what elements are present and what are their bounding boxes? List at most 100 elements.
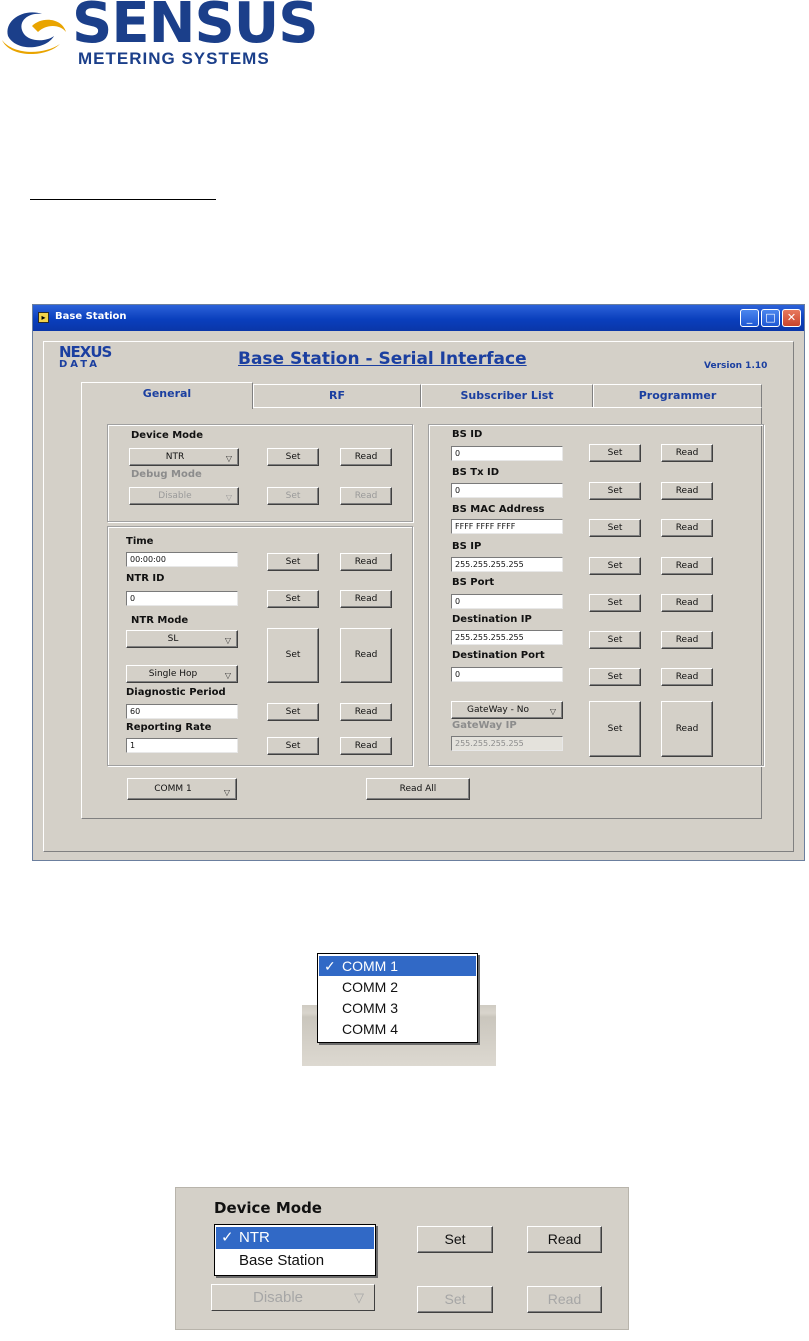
checkmark-icon: ✓ <box>324 958 336 974</box>
comm-option-2[interactable]: COMM 2 <box>319 977 476 997</box>
destination-ip-set-button[interactable]: Set <box>589 631 641 649</box>
device-mode-read-button[interactable]: Read <box>527 1226 602 1253</box>
bs-tx-id-read-button[interactable]: Read <box>661 482 713 500</box>
bs-id-label: BS ID <box>452 429 483 440</box>
page-title: Base Station - Serial Interface <box>238 349 527 369</box>
tab-rf[interactable]: RF <box>253 384 421 407</box>
gateway-set-button[interactable]: Set <box>589 701 641 757</box>
destination-ip-field[interactable]: 255.255.255.255 <box>451 630 563 645</box>
sensus-subtitle: METERING SYSTEMS <box>78 49 270 68</box>
bs-mac-read-button[interactable]: Read <box>661 519 713 537</box>
reporting-rate-field[interactable]: 1 <box>126 738 238 753</box>
destination-port-set-button[interactable]: Set <box>589 668 641 686</box>
comm-option-3[interactable]: COMM 3 <box>319 998 476 1018</box>
app-icon: ▸ <box>38 312 49 323</box>
device-mode-set-button[interactable]: Set <box>417 1226 493 1253</box>
time-field[interactable]: 00:00:00 <box>126 552 238 567</box>
ntr-id-field[interactable]: 0 <box>126 591 238 606</box>
destination-port-field[interactable]: 0 <box>451 667 563 682</box>
destination-port-read-button[interactable]: Read <box>661 668 713 686</box>
bs-tx-id-set-button[interactable]: Set <box>589 482 641 500</box>
diagnostic-period-read-button[interactable]: Read <box>340 703 392 721</box>
ntr-id-label: NTR ID <box>126 573 165 584</box>
gateway-value: GateWay - No <box>467 705 529 715</box>
debug-mode-value: Disable <box>252 1289 304 1306</box>
time-set-button[interactable]: Set <box>267 553 319 571</box>
bs-id-set-button[interactable]: Set <box>589 444 641 462</box>
window-title: Base Station <box>55 311 127 322</box>
gateway-read-button[interactable]: Read <box>661 701 713 757</box>
debug-mode-select[interactable]: Disable ▽ <box>129 487 239 505</box>
reporting-rate-read-button[interactable]: Read <box>340 737 392 755</box>
debug-mode-read-button[interactable]: Read <box>340 487 392 505</box>
close-button[interactable]: ✕ <box>782 309 801 327</box>
gateway-ip-field[interactable]: 255.255.255.255 <box>451 736 563 751</box>
bs-id-read-button[interactable]: Read <box>661 444 713 462</box>
bs-port-read-button[interactable]: Read <box>661 594 713 612</box>
tab-programmer[interactable]: Programmer <box>593 384 762 407</box>
read-all-button[interactable]: Read All <box>366 778 470 800</box>
diagnostic-period-field[interactable]: 60 <box>126 704 238 719</box>
debug-mode-set-button[interactable]: Set <box>267 487 319 505</box>
ntr-mode-select[interactable]: SL ▽ <box>126 630 238 648</box>
bs-port-label: BS Port <box>452 577 495 588</box>
comm-option-1[interactable]: ✓ COMM 1 <box>319 956 476 976</box>
chevron-down-icon: ▽ <box>224 636 231 645</box>
maximize-button[interactable]: □ <box>761 309 780 327</box>
chevron-down-icon: ▽ <box>225 493 232 502</box>
ntr-mode-set-button[interactable]: Set <box>267 628 319 683</box>
heading-underline <box>30 199 216 200</box>
bs-port-set-button[interactable]: Set <box>589 594 641 612</box>
bs-ip-label: BS IP <box>452 541 482 552</box>
bs-ip-field[interactable]: 255.255.255.255 <box>451 557 563 572</box>
ntr-mode-label: NTR Mode <box>131 615 189 626</box>
bs-ip-set-button[interactable]: Set <box>589 557 641 575</box>
reporting-rate-set-button[interactable]: Set <box>267 737 319 755</box>
destination-ip-read-button[interactable]: Read <box>661 631 713 649</box>
bs-port-field[interactable]: 0 <box>451 594 563 609</box>
version-label: Version 1.10 <box>704 361 768 371</box>
bs-mac-address-label: BS MAC Address <box>452 504 545 515</box>
nexus-data-logo: NEXUS DATA <box>59 345 117 373</box>
debug-mode-select[interactable]: Disable ▽ <box>211 1284 375 1311</box>
debug-mode-set-button[interactable]: Set <box>417 1286 493 1313</box>
bs-id-field[interactable]: 0 <box>451 446 563 461</box>
ntr-mode-read-button[interactable]: Read <box>340 628 392 683</box>
debug-mode-label: Debug Mode <box>131 469 202 480</box>
checkmark-icon: ✓ <box>221 1229 234 1246</box>
ntr-id-set-button[interactable]: Set <box>267 590 319 608</box>
chevron-down-icon: ▽ <box>223 788 230 797</box>
sensus-logo: SENSUS METERING SYSTEMS <box>0 0 320 72</box>
bs-tx-id-label: BS Tx ID <box>452 467 500 478</box>
device-mode-read-button[interactable]: Read <box>340 448 392 466</box>
hop-mode-select[interactable]: Single Hop ▽ <box>126 665 238 683</box>
device-mode-label: Device Mode <box>131 430 203 441</box>
bs-mac-set-button[interactable]: Set <box>589 519 641 537</box>
comm-option-4[interactable]: COMM 4 <box>319 1019 476 1039</box>
device-mode-option-ntr[interactable]: ✓ NTR <box>216 1227 374 1249</box>
comm-port-select[interactable]: COMM 1 ▽ <box>127 778 237 800</box>
tab-general[interactable]: General <box>81 382 253 409</box>
chevron-down-icon: ▽ <box>224 671 231 680</box>
device-mode-option-label: NTR <box>239 1229 270 1246</box>
diagnostic-period-set-button[interactable]: Set <box>267 703 319 721</box>
device-mode-set-button[interactable]: Set <box>267 448 319 466</box>
debug-mode-value: Disable <box>158 491 192 501</box>
device-mode-label: Device Mode <box>214 1199 322 1217</box>
hop-mode-value: Single Hop <box>148 669 198 679</box>
nexus-logo-bottom: DATA <box>59 359 101 370</box>
debug-mode-read-button[interactable]: Read <box>527 1286 602 1313</box>
window-titlebar[interactable]: ▸ Base Station _ □ ✕ <box>33 305 804 331</box>
bs-ip-read-button[interactable]: Read <box>661 557 713 575</box>
minimize-button[interactable]: _ <box>740 309 759 327</box>
bs-tx-id-field[interactable]: 0 <box>451 483 563 498</box>
time-read-button[interactable]: Read <box>340 553 392 571</box>
tab-subscriber-list[interactable]: Subscriber List <box>421 384 593 407</box>
gateway-select[interactable]: GateWay - No ▽ <box>451 701 563 719</box>
bs-mac-address-field[interactable]: FFFF FFFF FFFF <box>451 519 563 534</box>
device-mode-option-base-station[interactable]: Base Station <box>216 1250 374 1272</box>
reporting-rate-label: Reporting Rate <box>126 722 212 733</box>
nexus-logo-top: NEXUS <box>59 343 112 361</box>
device-mode-select[interactable]: NTR ▽ <box>129 448 239 466</box>
ntr-id-read-button[interactable]: Read <box>340 590 392 608</box>
